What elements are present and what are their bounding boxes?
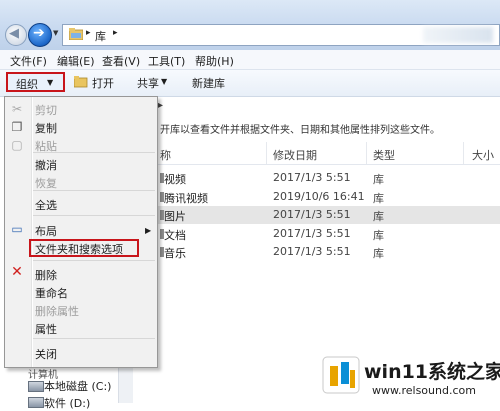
breadcrumb-separator[interactable]: ▸ <box>86 28 91 38</box>
nav-item-disk-c[interactable]: 本地磁盘 (C:) <box>44 378 111 394</box>
library-item-type: 库 <box>373 173 384 186</box>
watermark-url: www.relsound.com <box>372 384 476 397</box>
menu-item-cut[interactable]: 剪切 <box>35 102 57 118</box>
menu-item-undo[interactable]: 撤消 <box>35 157 57 173</box>
command-bar: 组织 ▼ 打开 共享 ▼ 新建库 <box>0 70 500 97</box>
watermark-logo <box>322 356 360 394</box>
column-type[interactable]: 类型 <box>373 147 395 163</box>
library-item-date: 2017/1/3 5:51 <box>273 171 351 184</box>
library-row[interactable]: 腾讯视频 2019/10/6 16:41 库 <box>158 188 500 206</box>
library-row[interactable]: 图片 2017/1/3 5:51 库 <box>158 206 500 224</box>
chevron-down-icon: ▼ <box>47 78 54 87</box>
library-item-name: 腾讯视频 <box>164 191 208 205</box>
paste-icon: ▢ <box>11 138 23 152</box>
new-library-button[interactable]: 新建库 <box>192 75 225 91</box>
column-divider[interactable] <box>463 142 464 164</box>
menu-view[interactable]: 查看(V) <box>102 53 140 69</box>
breadcrumb-library[interactable]: 库 <box>95 28 106 44</box>
menu-separator <box>33 260 155 261</box>
menu-separator <box>33 338 155 339</box>
organize-label: 组织 <box>16 78 38 91</box>
menu-item-layout[interactable]: 布局 <box>35 223 57 239</box>
hard-drive-icon <box>28 381 44 392</box>
watermark-brand: win11系统之家 <box>364 361 500 383</box>
library-item-date: 2017/1/3 5:51 <box>273 226 351 240</box>
menu-separator <box>33 152 155 153</box>
library-row[interactable]: 音乐 2017/1/3 5:51 库 <box>158 243 500 261</box>
nav-item-disk-d[interactable]: 软件 (D:) <box>44 395 90 411</box>
library-item-type: 库 <box>373 191 384 205</box>
menu-item-select-all[interactable]: 全选 <box>35 197 57 213</box>
library-row[interactable]: 视频 2017/1/3 5:51 库 <box>158 169 500 187</box>
column-divider[interactable] <box>266 142 267 164</box>
menu-icon-gutter <box>31 97 33 367</box>
submenu-arrow-icon: ▶ <box>145 226 152 235</box>
organize-menu: ✂ 剪切 ❐ 复制 ▢ 粘贴 撤消 恢复 全选 ▭ 布局 ▶ 文件夹和搜索选项 … <box>4 96 158 368</box>
menu-tools[interactable]: 工具(T) <box>148 53 185 69</box>
menu-item-redo[interactable]: 恢复 <box>35 175 57 191</box>
column-name[interactable]: 称 <box>160 147 171 163</box>
forward-arrow-icon: ➔ <box>33 25 45 41</box>
column-divider[interactable] <box>366 142 367 164</box>
menu-item-delete[interactable]: 删除 <box>35 267 57 283</box>
library-item-type: 库 <box>373 210 384 223</box>
menu-item-copy[interactable]: 复制 <box>35 120 57 136</box>
library-item-date: 2019/10/6 16:41 <box>273 189 365 203</box>
menu-separator <box>33 215 155 216</box>
menu-item-rename[interactable]: 重命名 <box>35 285 68 301</box>
share-chevron-down-icon[interactable]: ▼ <box>161 77 167 86</box>
library-item-name: 图片 <box>164 210 186 223</box>
library-item-type: 库 <box>373 228 384 242</box>
library-row[interactable]: 文档 2017/1/3 5:51 库 <box>158 225 500 243</box>
menu-file[interactable]: 文件(F) <box>10 53 47 69</box>
column-header: 称 修改日期 类型 大小 <box>158 142 500 165</box>
menu-item-folder-options[interactable]: 文件夹和搜索选项 <box>35 241 123 257</box>
forward-button[interactable]: ➔ <box>28 23 52 47</box>
open-button[interactable]: 打开 <box>92 75 114 91</box>
menu-item-properties[interactable]: 属性 <box>35 321 57 337</box>
library-item-name: 视频 <box>164 173 186 186</box>
address-bar[interactable]: ▸ 库 ▸ <box>62 24 500 46</box>
recent-pages-dropdown[interactable]: ▼ <box>53 29 58 37</box>
library-item-type: 库 <box>373 247 384 260</box>
navigation-scrollbar[interactable] <box>118 367 133 403</box>
library-item-date: 2017/1/3 5:51 <box>273 208 351 221</box>
library-folder-icon <box>69 28 83 40</box>
column-date-modified[interactable]: 修改日期 <box>273 147 317 163</box>
menu-edit[interactable]: 编辑(E) <box>57 53 95 69</box>
menu-item-close[interactable]: 关闭 <box>35 346 57 362</box>
library-item-name: 文档 <box>164 228 186 242</box>
delete-x-icon: ✕ <box>11 264 23 280</box>
share-button[interactable]: 共享 <box>137 75 159 91</box>
breadcrumb-separator-2[interactable]: ▸ <box>113 28 118 38</box>
library-header-icon: ▸ <box>158 100 164 111</box>
library-item-date: 2017/1/3 5:51 <box>273 245 351 258</box>
menu-bar: 文件(F) 编辑(E) 查看(V) 工具(T) 帮助(H) <box>0 50 500 70</box>
menu-separator <box>33 190 155 191</box>
layout-icon: ▭ <box>11 222 23 236</box>
copy-icon: ❐ <box>11 120 23 134</box>
menu-item-remove-properties[interactable]: 删除属性 <box>35 303 79 319</box>
back-button[interactable]: ◀ <box>5 24 27 46</box>
menu-help[interactable]: 帮助(H) <box>195 53 234 69</box>
back-arrow-icon: ◀ <box>9 26 19 41</box>
open-folder-icon <box>74 76 88 88</box>
organize-button[interactable]: 组织 ▼ <box>6 72 65 92</box>
scissors-icon: ✂ <box>11 102 23 116</box>
library-item-name: 音乐 <box>164 247 186 260</box>
search-box-blurred[interactable] <box>423 27 493 43</box>
library-description: 开库以查看文件并根据文件夹、日期和其他属性排列这些文件。 <box>160 125 440 136</box>
column-size[interactable]: 大小 <box>472 147 494 163</box>
